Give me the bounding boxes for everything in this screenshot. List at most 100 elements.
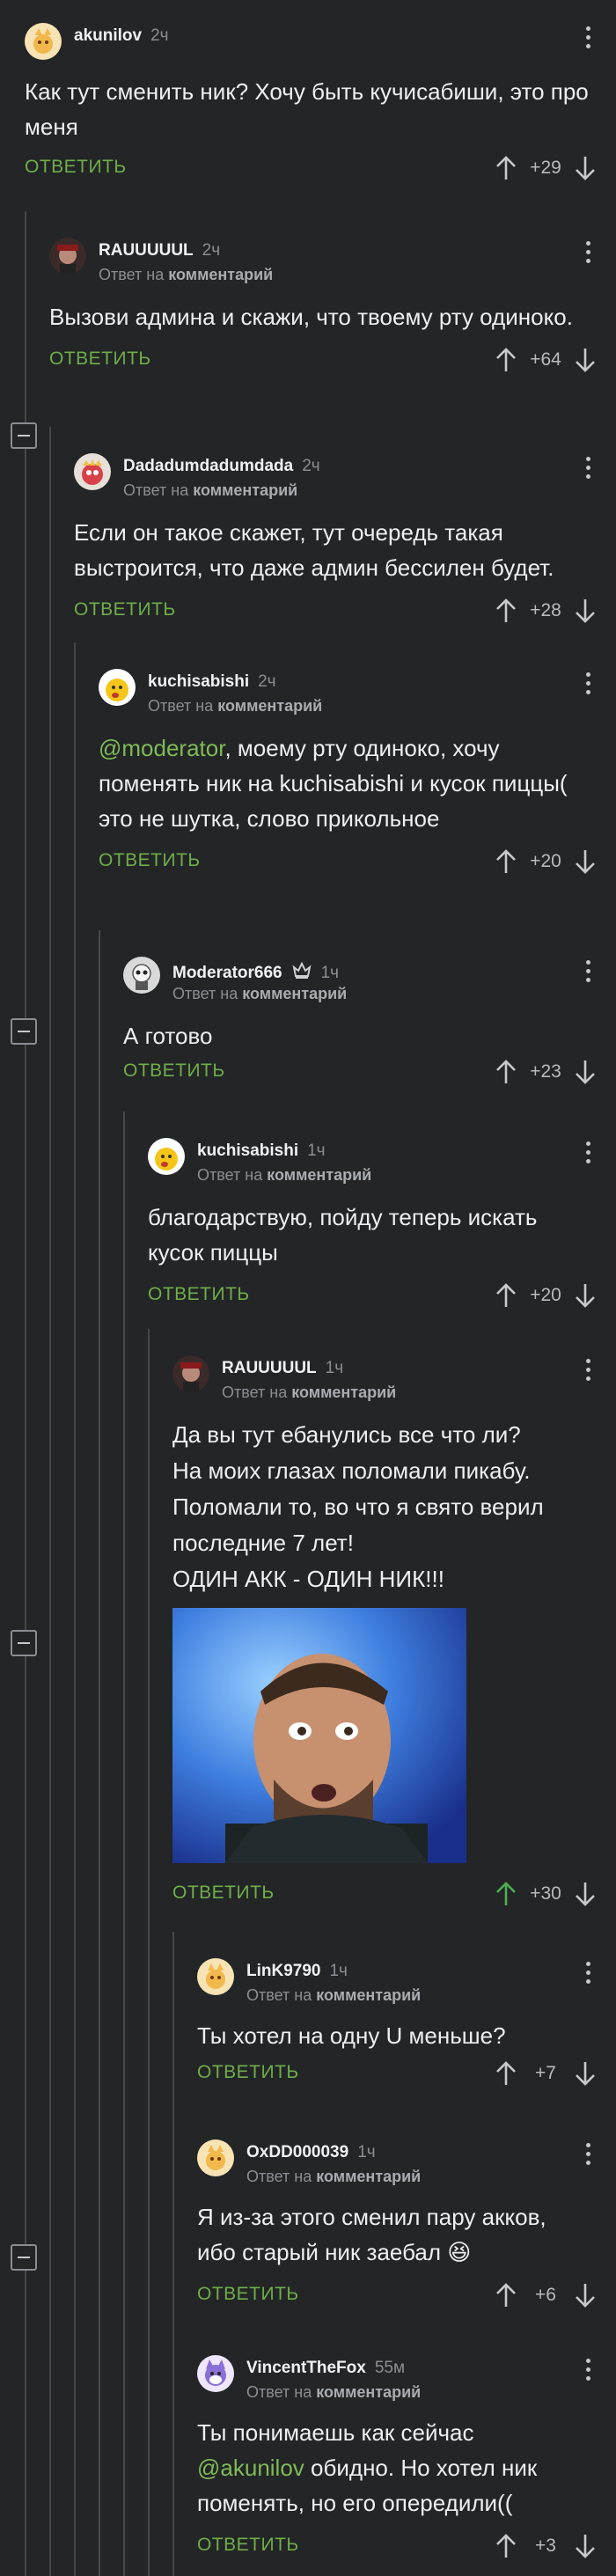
comment: Moderator666 1ч Ответ на комментарий А го… [123,950,616,1096]
thread-line [123,1112,125,2576]
upvote-icon[interactable] [495,347,517,373]
more-icon[interactable] [584,1141,591,1168]
reply-info: Ответ на комментарий [99,266,274,283]
more-icon[interactable] [584,1962,591,1988]
upvote-icon[interactable] [495,1881,517,1907]
more-icon[interactable] [584,457,591,483]
avatar[interactable] [49,238,86,275]
username[interactable]: OxDD000039 1ч [246,2143,376,2162]
reply-info: Ответ на комментарий [222,1383,397,1401]
timestamp: 55м [374,2359,406,2377]
more-icon[interactable] [584,960,591,987]
reply-button[interactable]: ОТВЕТИТЬ [197,2062,299,2083]
reply-target-link[interactable]: комментарий [316,2383,421,2401]
downvote-icon[interactable] [574,155,597,181]
thread-line [99,930,100,2576]
reply-target-link[interactable]: комментарий [193,481,297,499]
collapse-thread-button[interactable] [11,422,37,449]
more-icon[interactable] [584,1359,591,1385]
username[interactable]: LinK9790 1ч [246,1962,348,1981]
more-icon[interactable] [584,2143,591,2169]
avatar[interactable] [197,1958,234,1995]
downvote-icon[interactable] [574,1059,597,1085]
comment: OxDD000039 1ч Ответ на комментарий Я из-з… [197,2132,616,2319]
upvote-icon[interactable] [495,2533,517,2559]
reply-target-link[interactable]: комментарий [291,1383,396,1401]
reply-target-link[interactable]: комментарий [168,266,273,283]
reply-button[interactable]: ОТВЕТИТЬ [172,1882,275,1904]
username[interactable]: kuchisabishi 1ч [197,1141,326,1161]
downvote-icon[interactable] [574,1282,597,1309]
more-icon[interactable] [584,241,591,268]
upvote-icon[interactable] [495,848,517,875]
reply-target-link[interactable]: комментарий [242,985,347,1002]
reply-button[interactable]: ОТВЕТИТЬ [49,349,151,370]
upvote-icon[interactable] [495,1059,517,1085]
reply-info: Ответ на комментарий [148,697,323,715]
collapse-thread-button[interactable] [11,1630,37,1656]
upvote-icon[interactable] [495,2282,517,2308]
timestamp: 1ч [320,964,340,982]
upvote-icon[interactable] [495,155,517,181]
comment: kuchisabishi 1ч Ответ на комментарий благ… [148,1131,616,1319]
reply-button[interactable]: ОТВЕТИТЬ [197,2535,299,2556]
comment-text: @moderator, моему рту одиноко, хочу поме… [99,735,568,832]
reply-info: Ответ на комментарий [246,2383,422,2401]
timestamp: 1ч [329,1962,348,1980]
reply-button[interactable]: ОТВЕТИТЬ [25,157,127,178]
comment-text: Как тут сменить ник? Хочу быть кучисабиш… [25,78,589,140]
avatar[interactable] [74,453,111,490]
downvote-icon[interactable] [574,347,597,373]
score: +28 [530,600,561,620]
downvote-icon[interactable] [574,1881,597,1907]
username[interactable]: RAUUUUUL 2ч [99,241,220,261]
collapse-thread-button[interactable] [11,1018,37,1045]
username[interactable]: Dadadumdadumdada 2ч [123,457,320,476]
downvote-icon[interactable] [574,848,597,875]
upvote-icon[interactable] [495,1282,517,1309]
more-icon[interactable] [584,26,591,53]
upvote-icon[interactable] [495,598,517,624]
reply-button[interactable]: ОТВЕТИТЬ [197,2284,299,2305]
reply-target-link[interactable]: комментарий [316,1986,421,2004]
downvote-icon[interactable] [574,2060,597,2087]
upvote-icon[interactable] [495,2060,517,2087]
crown-icon [291,960,312,985]
reply-button[interactable]: ОТВЕТИТЬ [74,599,176,620]
more-icon[interactable] [584,2359,591,2385]
avatar[interactable] [123,957,160,994]
reply-button[interactable]: ОТВЕТИТЬ [99,850,201,871]
reply-info: Ответ на комментарий [123,481,298,499]
reply-button[interactable]: ОТВЕТИТЬ [123,1060,225,1082]
reply-info: Ответ на комментарий [246,1986,422,2004]
thread-line [25,211,26,2576]
timestamp: 2ч [202,241,221,260]
avatar[interactable] [197,2139,234,2176]
mention-link[interactable]: @moderator [99,735,224,761]
comment-text: благодарствую, пойду теперь искать кусок… [148,1204,538,1266]
avatar[interactable] [25,23,62,60]
more-icon[interactable] [584,672,591,699]
score: +20 [530,851,561,871]
avatar[interactable] [197,2355,234,2392]
reply-info: Ответ на комментарий [197,1166,372,1184]
username[interactable]: RAUUUUUL 1ч [222,1359,343,1378]
reply-target-link[interactable]: комментарий [267,1166,371,1184]
avatar[interactable] [172,1355,209,1392]
username[interactable]: Moderator666 1ч [172,960,339,985]
mention-link[interactable]: @akunilov [197,2455,304,2481]
username[interactable]: VincentTheFox 55м [246,2359,405,2378]
username[interactable]: akunilov 2ч [74,26,169,46]
downvote-icon[interactable] [574,598,597,624]
reply-target-link[interactable]: комментарий [316,2168,421,2185]
collapse-thread-button[interactable] [11,2244,37,2271]
comment-image[interactable] [172,1608,466,1863]
reply-button[interactable]: ОТВЕТИТЬ [148,1284,250,1305]
downvote-icon[interactable] [574,2282,597,2308]
username[interactable]: kuchisabishi 2ч [148,672,276,692]
avatar[interactable] [148,1138,185,1175]
comment: akunilov 2ч Как тут сменить ник? Хочу быт… [25,16,616,192]
avatar[interactable] [99,669,136,706]
downvote-icon[interactable] [574,2533,597,2559]
reply-target-link[interactable]: комментарий [217,697,322,715]
